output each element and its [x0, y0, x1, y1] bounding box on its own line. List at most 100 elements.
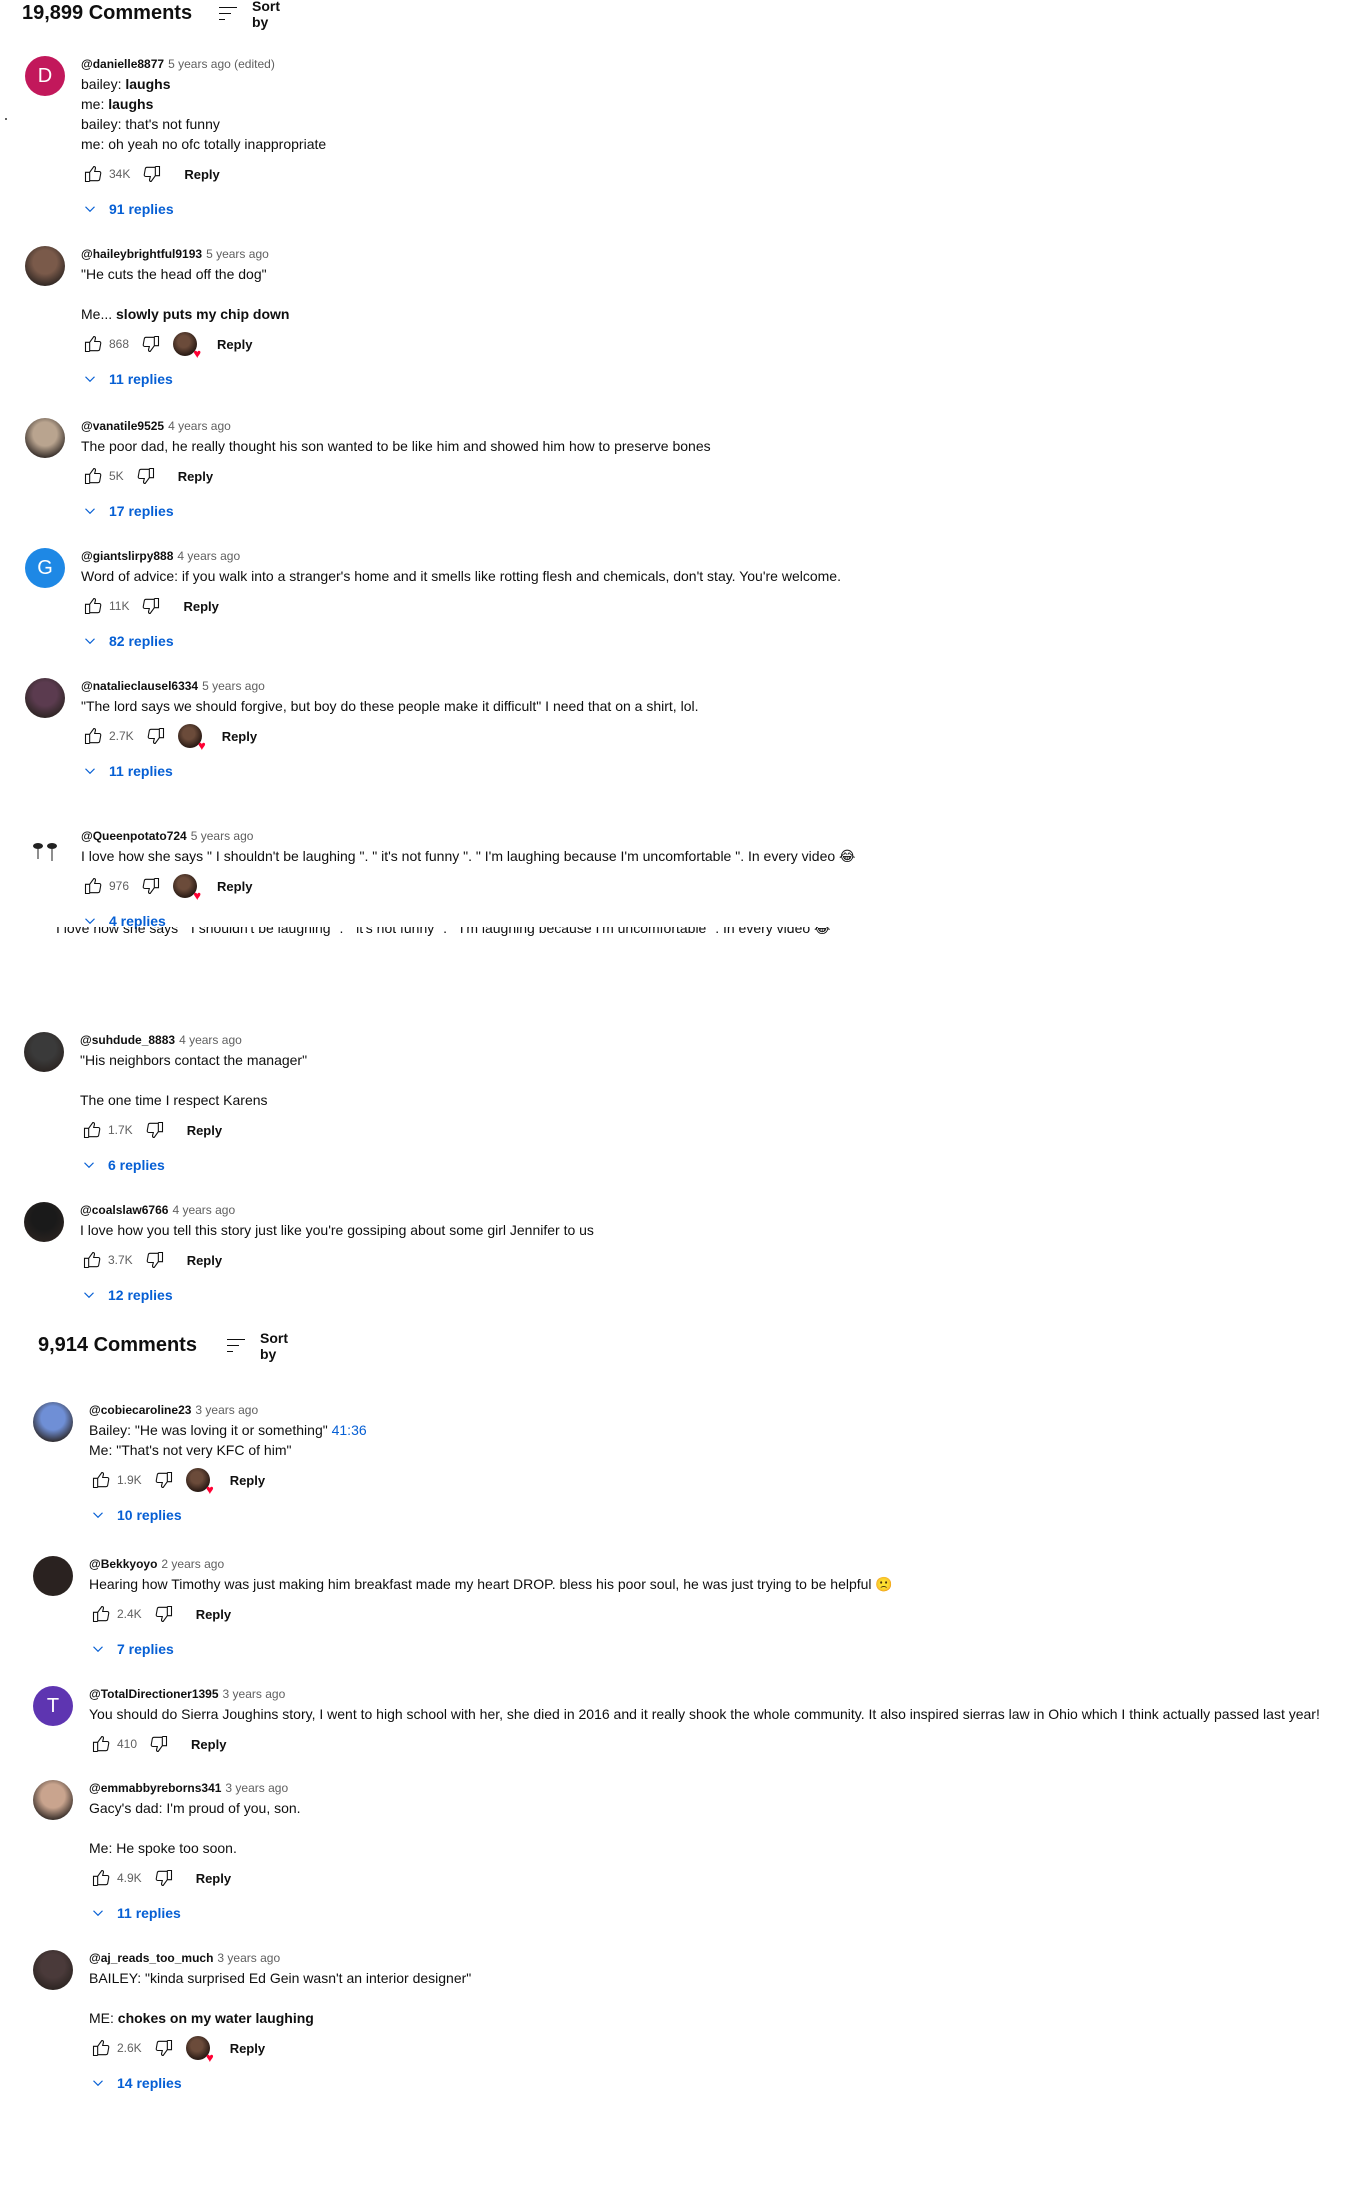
avatar[interactable]: [33, 1556, 73, 1596]
reply-button[interactable]: Reply: [187, 1253, 222, 1268]
published-time[interactable]: 5 years ago (edited): [168, 57, 275, 71]
thumb-up-icon[interactable]: [89, 1866, 113, 1890]
author-handle[interactable]: @Bekkyoyo: [89, 1557, 157, 1571]
author-handle[interactable]: @vanatile9525: [81, 419, 164, 433]
reply-button[interactable]: Reply: [230, 2041, 265, 2056]
thumb-up-icon[interactable]: [81, 724, 105, 748]
author-handle[interactable]: @coalslaw6766: [80, 1203, 168, 1217]
thumb-up-icon[interactable]: [81, 594, 105, 618]
comment-text: BAILEY: "kinda surprised Ed Gein wasn't …: [89, 1968, 1329, 2028]
reply-button[interactable]: Reply: [187, 1123, 222, 1138]
thumb-down-icon[interactable]: [139, 874, 163, 898]
thumb-up-icon[interactable]: [81, 464, 105, 488]
avatar[interactable]: [24, 1032, 64, 1072]
thumb-up-icon[interactable]: [89, 1602, 113, 1626]
published-time[interactable]: 4 years ago: [179, 1033, 242, 1047]
timestamp-link[interactable]: 41:36: [332, 1422, 367, 1438]
thumb-up-icon[interactable]: [89, 1468, 113, 1492]
reply-button[interactable]: Reply: [230, 1473, 265, 1488]
thumb-up-icon[interactable]: [81, 874, 105, 898]
chevron-down-icon: [81, 762, 99, 780]
like-count: 1.7K: [108, 1123, 133, 1137]
thumb-down-icon[interactable]: [139, 594, 163, 618]
author-handle[interactable]: @danielle8877: [81, 57, 164, 71]
thumb-up-icon[interactable]: [80, 1248, 104, 1272]
avatar[interactable]: T: [33, 1686, 73, 1726]
published-time[interactable]: 2 years ago: [161, 1557, 224, 1571]
like-count: 2.4K: [117, 1607, 142, 1621]
author-handle[interactable]: @suhdude_8883: [80, 1033, 175, 1047]
avatar[interactable]: [25, 678, 65, 718]
comment-header: @coalslaw6766 4 years ago: [80, 1202, 1320, 1218]
published-time[interactable]: 3 years ago: [195, 1403, 258, 1417]
author-handle[interactable]: @emmabbyreborns341: [89, 1781, 221, 1795]
thumb-up-icon[interactable]: [81, 332, 105, 356]
author-handle[interactable]: @giantslirpy888: [81, 549, 173, 563]
thumb-up-icon[interactable]: [81, 162, 105, 186]
published-time[interactable]: 4 years ago: [168, 419, 231, 433]
reply-button[interactable]: Reply: [196, 1607, 231, 1622]
avatar[interactable]: [25, 418, 65, 458]
published-time[interactable]: 4 years ago: [177, 549, 240, 563]
reply-button[interactable]: Reply: [178, 469, 213, 484]
avatar[interactable]: [33, 1402, 73, 1442]
avatar[interactable]: [25, 246, 65, 286]
avatar[interactable]: [25, 828, 65, 868]
reply-button[interactable]: Reply: [222, 729, 257, 744]
like-count: 5K: [109, 469, 124, 483]
thumb-down-icon[interactable]: [152, 1602, 176, 1626]
thumb-up-icon[interactable]: [89, 2036, 113, 2060]
view-replies-button[interactable]: 91 replies: [77, 196, 180, 222]
sort-by-button[interactable]: Sort by: [224, 1330, 288, 1362]
replies-count: 91 replies: [109, 201, 174, 217]
reply-button[interactable]: Reply: [183, 599, 218, 614]
author-handle[interactable]: @Queenpotato724: [81, 829, 187, 843]
author-handle[interactable]: @cobiecaroline23: [89, 1403, 191, 1417]
author-handle[interactable]: @haileybrightful9193: [81, 247, 202, 261]
thumb-down-icon[interactable]: [144, 724, 168, 748]
view-replies-button[interactable]: 12 replies: [76, 1282, 179, 1308]
published-time[interactable]: 5 years ago: [206, 247, 269, 261]
reply-button[interactable]: Reply: [217, 337, 252, 352]
reply-button[interactable]: Reply: [196, 1871, 231, 1886]
thumb-up-icon[interactable]: [89, 1732, 113, 1756]
thumb-down-icon[interactable]: [140, 162, 164, 186]
published-time[interactable]: 3 years ago: [225, 1781, 288, 1795]
published-time[interactable]: 5 years ago: [191, 829, 254, 843]
thumb-down-icon[interactable]: [147, 1732, 171, 1756]
avatar[interactable]: D: [25, 56, 65, 96]
published-time[interactable]: 5 years ago: [202, 679, 265, 693]
view-replies-button[interactable]: 17 replies: [77, 498, 180, 524]
author-handle[interactable]: @natalieclausel6334: [81, 679, 198, 693]
thumb-down-icon[interactable]: [152, 1468, 176, 1492]
thumb-down-icon[interactable]: [139, 332, 163, 356]
thumb-down-icon[interactable]: [143, 1118, 167, 1142]
sort-by-button[interactable]: Sort by: [216, 0, 280, 30]
published-time[interactable]: 3 years ago: [217, 1951, 280, 1965]
comment-line-text: "The lord says we should forgive, but bo…: [81, 698, 699, 714]
thumb-down-icon[interactable]: [143, 1248, 167, 1272]
author-handle[interactable]: @aj_reads_too_much: [89, 1951, 213, 1965]
view-replies-button[interactable]: 10 replies: [85, 1502, 188, 1528]
reply-button[interactable]: Reply: [217, 879, 252, 894]
author-handle[interactable]: @TotalDirectioner1395: [89, 1687, 219, 1701]
thumb-down-icon[interactable]: [134, 464, 158, 488]
thumb-up-icon[interactable]: [80, 1118, 104, 1142]
avatar[interactable]: G: [25, 548, 65, 588]
reply-button[interactable]: Reply: [191, 1737, 226, 1752]
view-replies-button[interactable]: 11 replies: [85, 1900, 187, 1926]
published-time[interactable]: 4 years ago: [172, 1203, 235, 1217]
view-replies-button[interactable]: 11 replies: [77, 758, 179, 784]
avatar[interactable]: [24, 1202, 64, 1242]
thumb-down-icon[interactable]: [152, 2036, 176, 2060]
view-replies-button[interactable]: 11 replies: [77, 366, 179, 392]
view-replies-button[interactable]: 14 replies: [85, 2070, 188, 2096]
view-replies-button[interactable]: 7 replies: [85, 1636, 180, 1662]
reply-button[interactable]: Reply: [184, 167, 219, 182]
avatar[interactable]: [33, 1780, 73, 1820]
thumb-down-icon[interactable]: [152, 1866, 176, 1890]
view-replies-button[interactable]: 82 replies: [77, 628, 180, 654]
view-replies-button[interactable]: 6 replies: [76, 1152, 171, 1178]
avatar[interactable]: [33, 1950, 73, 1990]
published-time[interactable]: 3 years ago: [223, 1687, 286, 1701]
